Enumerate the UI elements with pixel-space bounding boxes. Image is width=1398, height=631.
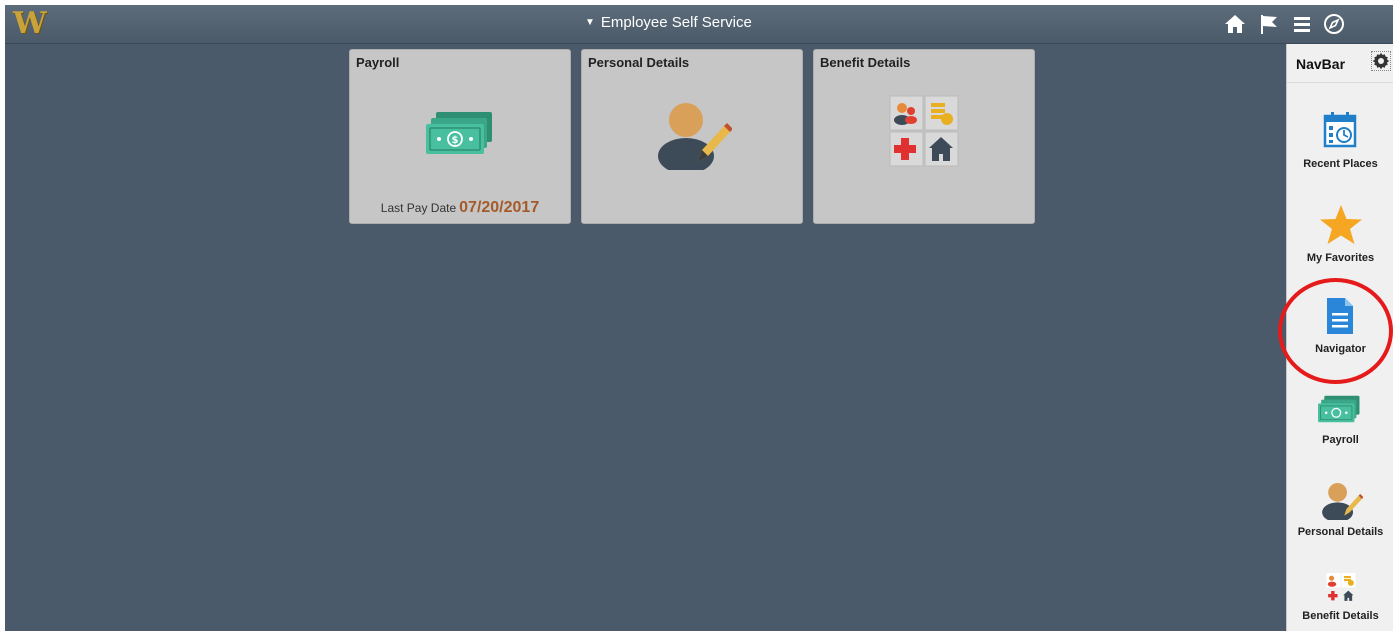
navbar-item-label: Payroll [1322,434,1359,446]
navbar-panel: NavBar Recent Places My Favorites Naviga… [1286,44,1393,631]
person-edit-icon [658,103,732,170]
money-icon: $ [426,112,492,154]
page-title: Employee Self Service [600,14,752,31]
tile-benefit-details[interactable]: Benefit Details [813,49,1035,224]
money-icon [1318,395,1360,423]
navbar-item-benefit-details[interactable]: Benefit Details [1287,570,1393,631]
tile-payroll[interactable]: Payroll $ Last Pay Date 07/20/2017 [349,49,571,224]
last-pay-date-value: 07/20/2017 [459,199,540,216]
menu-icon[interactable] [1290,12,1314,36]
last-pay-date: Last Pay Date 07/20/2017 [350,199,570,217]
svg-text:$: $ [452,135,459,146]
tile-title: Personal Details [588,55,690,70]
tile-personal-details[interactable]: Personal Details [581,49,803,224]
navbar-item-label: Recent Places [1303,158,1378,170]
home-icon[interactable] [1223,12,1247,36]
calendar-clock-icon [1323,112,1357,148]
navbar-item-recent-places[interactable]: Recent Places [1287,106,1393,176]
app-frame: W ▼ Employee Self Service Payroll $ Last… [5,5,1393,631]
header-bar: W ▼ Employee Self Service [5,5,1393,44]
star-icon [1320,205,1362,244]
navbar-item-payroll[interactable]: Payroll [1287,392,1393,452]
benefits-grid-icon [889,95,959,167]
navbar-item-navigator[interactable]: Navigator [1287,292,1393,367]
navbar-item-label: Benefit Details [1302,610,1379,622]
logo[interactable]: W [13,8,49,40]
document-icon [1327,298,1353,334]
navbar-header: NavBar [1287,44,1393,83]
navbar-item-my-favorites[interactable]: My Favorites [1287,202,1393,272]
navbar-item-personal-details[interactable]: Personal Details [1287,476,1393,546]
navbar-item-label: My Favorites [1306,252,1375,264]
page-title-dropdown[interactable]: ▼ Employee Self Service [585,5,752,43]
tile-title: Payroll [356,55,400,70]
navbar-item-label: Navigator [1315,343,1366,355]
benefits-grid-icon [1326,573,1356,601]
tile-title: Benefit Details [820,55,911,70]
last-pay-date-label: Last Pay Date [380,201,457,215]
caret-down-icon: ▼ [585,17,595,28]
compass-icon[interactable] [1322,12,1346,36]
navbar-item-label: Personal Details [1297,526,1384,538]
person-edit-icon [1322,482,1363,520]
navbar-title: NavBar [1296,56,1346,72]
gear-icon[interactable] [1371,51,1391,71]
flag-icon[interactable] [1257,12,1281,36]
